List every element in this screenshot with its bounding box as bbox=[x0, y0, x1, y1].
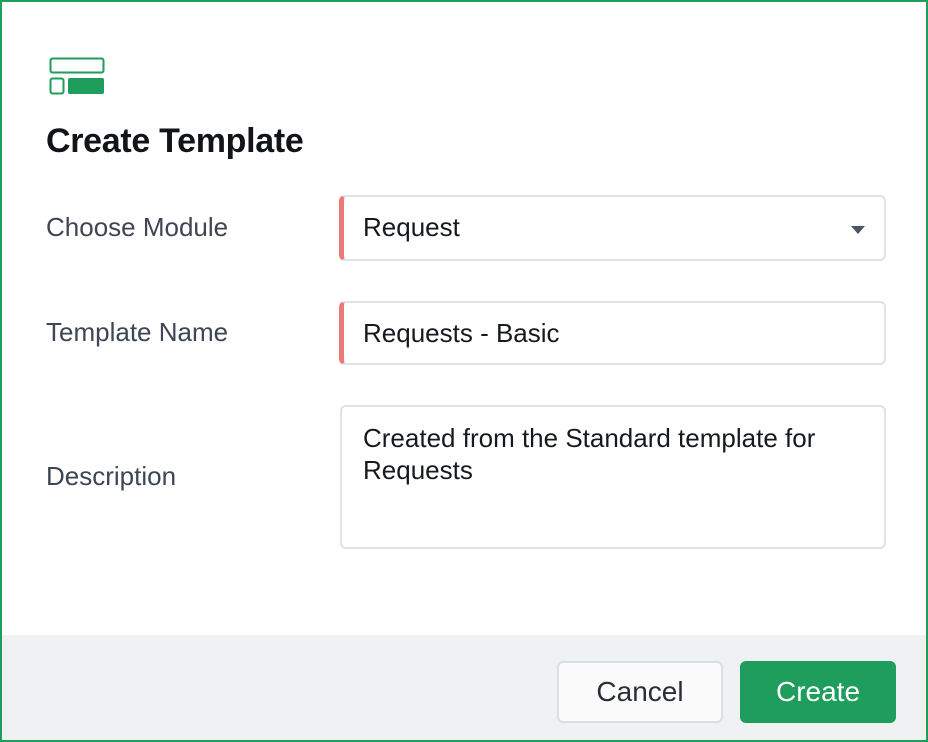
module-select[interactable]: Request bbox=[339, 195, 886, 261]
template-name-value: Requests - Basic bbox=[363, 318, 560, 348]
description-textarea[interactable]: Created from the Standard template for R… bbox=[340, 405, 886, 549]
dialog-title: Create Template bbox=[46, 122, 304, 160]
chevron-down-icon bbox=[851, 226, 865, 234]
dialog-footer: Cancel Create bbox=[2, 635, 926, 740]
module-select-value: Request bbox=[363, 212, 460, 242]
template-layout-icon bbox=[49, 57, 105, 95]
template-name-input[interactable]: Requests - Basic bbox=[339, 301, 886, 365]
description-value: Created from the Standard template for R… bbox=[363, 423, 816, 485]
cancel-button[interactable]: Cancel bbox=[557, 661, 723, 723]
create-button[interactable]: Create bbox=[740, 661, 896, 723]
description-label: Description bbox=[46, 461, 177, 491]
choose-module-label: Choose Module bbox=[46, 212, 229, 242]
template-name-label: Template Name bbox=[46, 317, 229, 347]
create-template-dialog: Create Template Choose Module Request Te… bbox=[0, 0, 928, 742]
